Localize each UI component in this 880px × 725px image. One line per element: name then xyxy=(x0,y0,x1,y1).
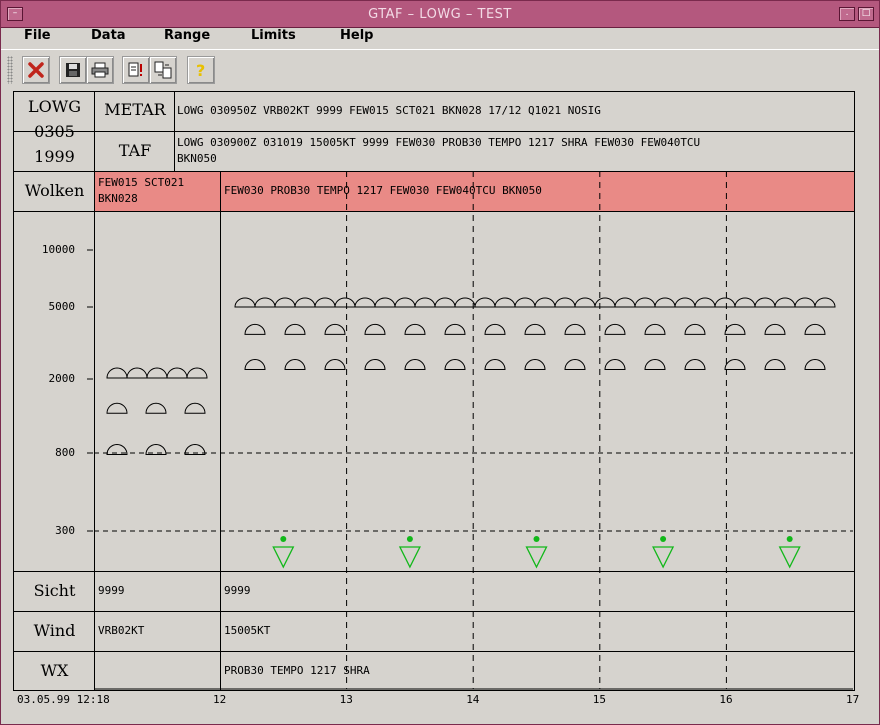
shower-dot xyxy=(533,536,540,542)
cloud-symbol-few xyxy=(324,323,346,335)
cloud-symbol-few xyxy=(524,323,546,335)
y-tick-label: 2000 xyxy=(48,372,76,385)
cloud-symbol-bkn xyxy=(186,367,208,379)
shower-triangle xyxy=(525,546,548,569)
cloud-symbol-bkn xyxy=(234,297,256,308)
shower-dot xyxy=(406,536,413,542)
cloud-symbol-few xyxy=(604,359,626,371)
cloud-symbol-few xyxy=(724,359,746,371)
time-label: 03.05.99 12:18 xyxy=(17,693,110,706)
cloud-symbol-bkn xyxy=(106,367,128,379)
cloud-symbol-few xyxy=(564,359,586,371)
cloud-symbol-bkn xyxy=(614,297,636,308)
cloud-symbol-sct xyxy=(106,402,128,414)
cloud-symbol-bkn xyxy=(126,367,148,379)
cloud-symbol-bkn xyxy=(534,297,556,308)
cloud-symbol-bkn xyxy=(574,297,596,308)
x-tick-label: 13 xyxy=(339,693,353,706)
cloud-symbol-few xyxy=(324,359,346,371)
cloud-symbol-few xyxy=(244,359,266,371)
cloud-symbol-bkn xyxy=(394,297,416,308)
shower-triangle xyxy=(652,546,675,569)
shower-dot xyxy=(660,536,667,542)
cloud-symbol-bkn xyxy=(414,297,436,308)
cloud-symbol-bkn xyxy=(734,297,756,308)
cloud-symbol-bkn xyxy=(314,297,336,308)
cloud-symbol-bkn xyxy=(294,297,316,308)
shower-triangle xyxy=(778,546,801,569)
cloud-symbol-few xyxy=(604,323,626,335)
cloud-symbol-few xyxy=(284,359,306,371)
cloud-symbol-bkn xyxy=(334,297,356,308)
cloud-symbol-bkn xyxy=(814,297,836,308)
cloud-symbol-few xyxy=(284,323,306,335)
cloud-symbol-bkn xyxy=(554,297,576,308)
cloud-symbol-few xyxy=(404,323,426,335)
cloud-symbol-few xyxy=(524,359,546,371)
cloud-symbol-few xyxy=(644,323,666,335)
cloud-symbol-bkn xyxy=(166,367,188,379)
cloud-symbol-bkn xyxy=(146,367,168,379)
cloud-symbol-few xyxy=(404,359,426,371)
cloud-symbol-bkn xyxy=(494,297,516,308)
y-tick-label: 5000 xyxy=(48,300,76,313)
cloud-symbol-bkn xyxy=(474,297,496,308)
cloud-chart xyxy=(87,171,853,690)
cloud-symbol-bkn xyxy=(514,297,536,308)
y-tick-label: 10000 xyxy=(41,243,75,256)
shower-dot xyxy=(280,536,287,542)
cloud-symbol-few xyxy=(484,359,506,371)
cloud-symbol-bkn xyxy=(354,297,376,308)
cloud-symbol-bkn xyxy=(694,297,716,308)
cloud-symbol-sct xyxy=(184,402,206,414)
cloud-symbol-few xyxy=(364,359,386,371)
app-window: – GTAF – LOWG – TEST . □ File Data Range… xyxy=(0,0,880,725)
cloud-symbol-bkn xyxy=(274,297,296,308)
x-tick-label: 15 xyxy=(592,693,607,706)
x-tick-label: 12 xyxy=(213,693,227,706)
cloud-symbol-few xyxy=(644,359,666,371)
cloud-symbol-few xyxy=(804,323,826,335)
cloud-symbol-sct xyxy=(145,402,167,414)
cloud-symbol-few xyxy=(804,359,826,371)
cloud-symbol-few xyxy=(444,323,466,335)
cloud-symbol-few xyxy=(764,323,786,335)
x-tick-label: 17 xyxy=(846,693,860,706)
cloud-symbol-bkn xyxy=(594,297,616,308)
cloud-symbol-bkn xyxy=(654,297,676,308)
cloud-symbol-bkn xyxy=(774,297,796,308)
cloud-symbol-few xyxy=(244,323,266,335)
cloud-symbol-few xyxy=(764,359,786,371)
y-tick-label: 300 xyxy=(55,524,75,537)
cloud-symbol-bkn xyxy=(374,297,396,308)
cloud-symbol-few xyxy=(724,323,746,335)
cloud-symbol-few xyxy=(684,359,706,371)
x-tick-label: 16 xyxy=(719,693,733,706)
shower-triangle xyxy=(272,546,295,569)
cloud-symbol-few xyxy=(564,323,586,335)
cloud-symbol-bkn xyxy=(254,297,276,308)
cloud-symbol-bkn xyxy=(674,297,696,308)
cloud-symbol-bkn xyxy=(434,297,456,308)
x-tick-label: 14 xyxy=(466,693,480,706)
shower-triangle xyxy=(398,546,421,569)
y-tick-label: 800 xyxy=(55,446,75,459)
cloud-symbol-bkn xyxy=(794,297,816,308)
cloud-symbol-few xyxy=(364,323,386,335)
cloud-symbol-bkn xyxy=(454,297,476,308)
cloud-symbol-few xyxy=(444,359,466,371)
cloud-symbol-bkn xyxy=(634,297,656,308)
cloud-symbol-bkn xyxy=(714,297,736,308)
cloud-symbol-few xyxy=(484,323,506,335)
cloud-symbol-bkn xyxy=(754,297,776,308)
shower-dot xyxy=(786,536,793,542)
cloud-symbol-few xyxy=(684,323,706,335)
